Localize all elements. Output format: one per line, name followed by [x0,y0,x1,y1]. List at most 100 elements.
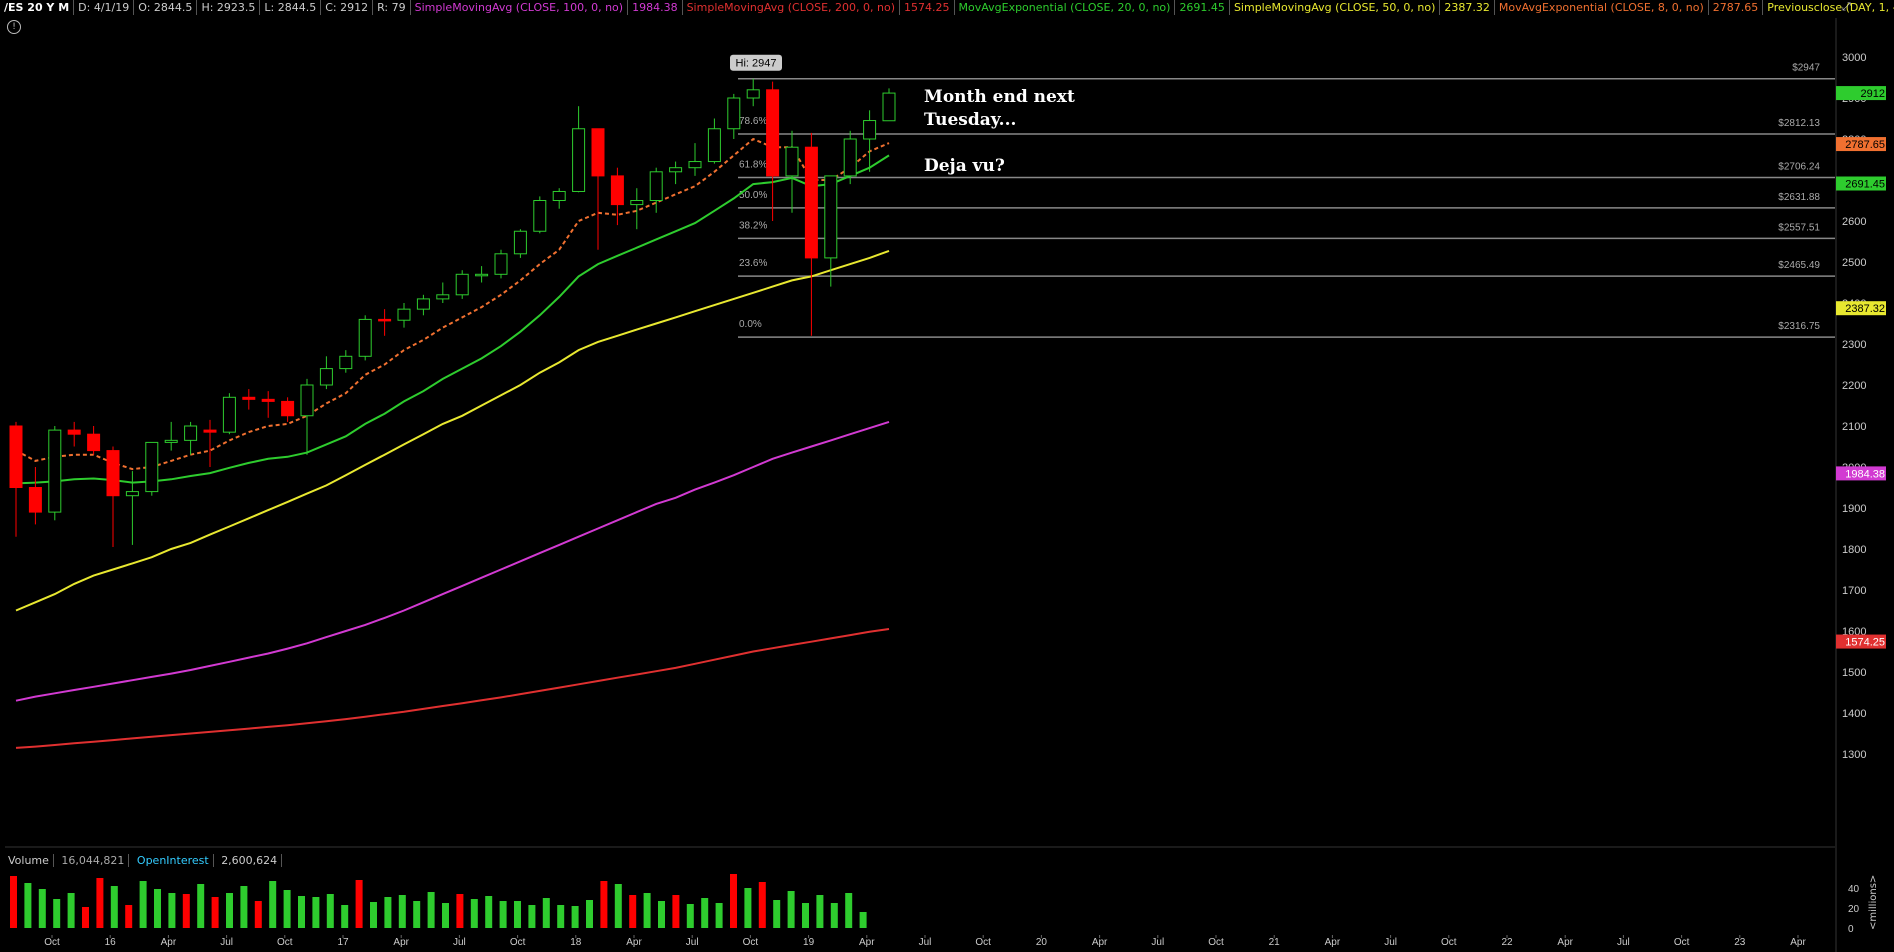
candle-body [339,355,353,370]
candle-body [416,298,430,310]
y-tick-label: 2500 [1842,257,1866,269]
volume-bar [254,901,262,928]
annotation-line-2: Tuesday... [924,110,1017,130]
x-tick-label: Oct [277,937,293,948]
volume-bar [614,884,622,928]
candle-body [48,429,62,513]
volume-bar [571,906,579,928]
volume-bar [758,882,766,928]
candle-body [242,396,256,400]
volume-bar [38,889,46,928]
x-tick-label: Jul [1384,937,1397,948]
x-tick-label: Jul [686,937,699,948]
candle-body [707,128,721,163]
volume-bar [557,905,565,928]
candle-body [28,487,42,513]
fib-pct-label: 0.0% [739,319,762,330]
y-tick-label: 1400 [1842,708,1866,720]
open-interest-value: 2,600,624 [217,854,283,867]
candle-body [67,429,81,435]
x-tick-label: Oct [1674,937,1690,948]
volume-bar [600,881,608,928]
candle-body [106,450,120,497]
volume-bar [456,894,464,928]
volume-label: Volume [4,854,54,867]
x-tick-label: 22 [1501,937,1513,948]
candle-body [863,120,877,140]
volume-bar [283,890,291,928]
volume-bar [715,903,723,928]
annotation-text: Month end next Tuesday... Deja vu? [924,86,1075,178]
candle-body [804,146,818,259]
candle-body [319,368,333,386]
y-tick-label: 1500 [1842,667,1866,679]
volume-bar [686,904,694,928]
price-bubble-label: 1984.38 [1845,468,1885,480]
x-tick-label: Oct [44,937,60,948]
candle-body [766,89,780,177]
x-tick-label: Jul [453,937,466,948]
candle-body [610,175,624,206]
volume-bar [139,881,147,928]
fib-price-label: $2465.49 [1778,260,1820,271]
y-tick-label: 2100 [1842,421,1866,433]
ma-line [15,628,890,749]
candle-body [203,429,217,433]
volume-bar [226,893,233,928]
candle-body [9,425,23,488]
x-tick-label: Apr [1325,937,1341,948]
volume-bar [67,893,75,928]
candle-body [591,128,605,177]
volume-bar [53,899,61,928]
candle-body [727,97,741,130]
volume-bar [845,893,853,928]
fib-price-label: $2706.24 [1778,161,1820,172]
candle-body [281,400,295,417]
y-tick-label: 2600 [1842,216,1866,228]
x-tick-label: Jul [919,937,932,948]
candle-body [455,273,469,296]
volume-bar [514,901,521,928]
ma-line [15,249,890,612]
volume-bar [859,912,867,928]
volume-bar [830,903,838,928]
x-tick-label: Oct [743,937,759,948]
x-tick-label: 19 [803,937,815,948]
x-tick-label: Jul [1617,937,1630,948]
fib-price-label: $2812.13 [1778,118,1820,129]
x-tick-label: Oct [1208,937,1224,948]
fib-pct-label: 61.8% [739,159,767,170]
fib-pct-label: 78.6% [739,116,767,127]
price-bubble-label: 2787.65 [1845,139,1885,151]
volume-bar [542,898,550,928]
volume-bar [427,892,435,928]
x-tick-label: Jul [220,937,233,948]
volume-bar [211,897,219,928]
y-tick-label: 1700 [1842,585,1866,597]
candle-body [843,138,857,177]
candle-body [475,273,489,277]
x-tick-label: Oct [1441,937,1457,948]
volume-bar [24,883,32,928]
volume-bar [312,897,320,928]
candle-body [300,384,314,417]
candle-body [397,308,411,321]
candle-body [669,167,683,173]
volume-bar [701,898,709,928]
y-tick-label: 3000 [1842,52,1866,64]
x-tick-label: Apr [859,937,875,948]
volume-bar [485,896,493,928]
volume-tick-label: 20 [1848,904,1860,915]
x-tick-label: Apr [393,937,409,948]
x-tick-label: Apr [1557,937,1573,948]
annotation-line-3: Deja vu? [924,156,1005,176]
x-tick-label: Apr [1092,937,1108,948]
candle-body [513,230,527,255]
volume-bar [672,895,680,928]
price-bubble-label: 2912 [1861,88,1885,100]
candle-body [746,89,760,99]
volume-bar [326,894,334,928]
volume-bar [442,903,449,928]
volume-bar [370,902,377,928]
volume-bar [10,876,17,928]
